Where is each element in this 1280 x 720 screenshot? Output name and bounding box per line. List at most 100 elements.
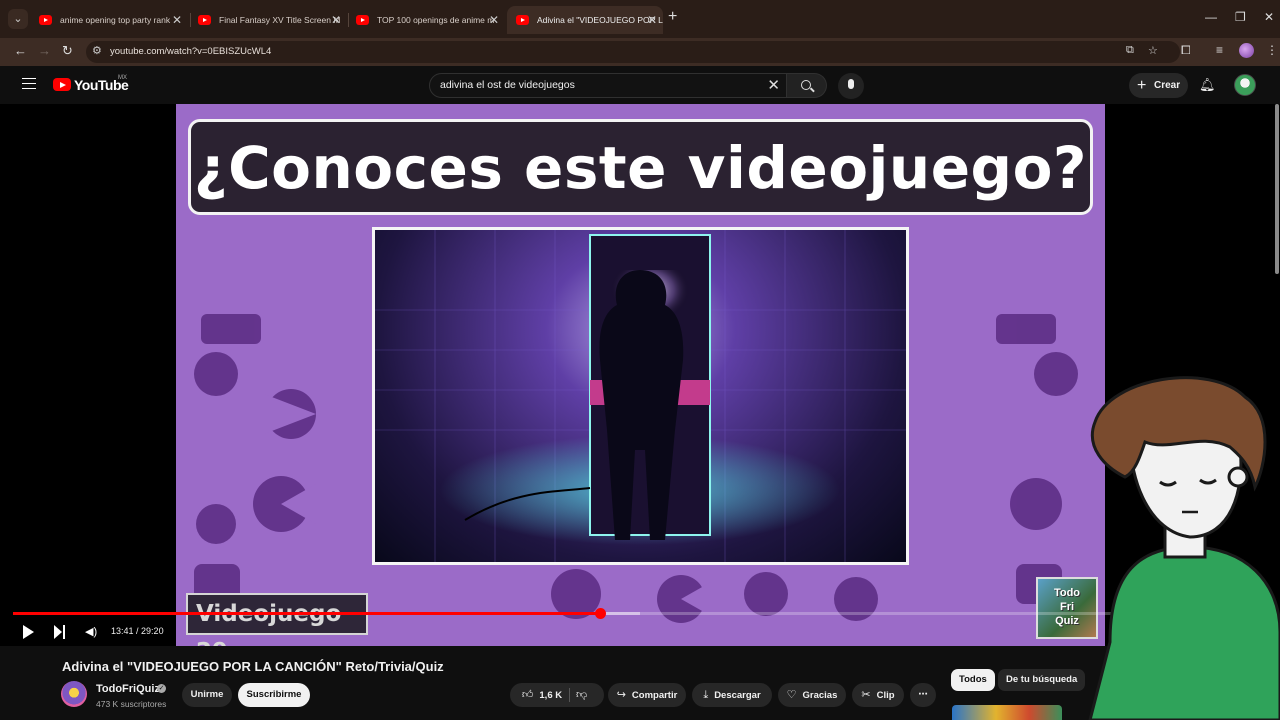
tab-title: Adivina el "VIDEOJUEGO POR L	[537, 15, 663, 25]
channel-avatar[interactable]	[61, 681, 87, 707]
chip-all[interactable]: Todos	[951, 669, 995, 691]
extensions-icon[interactable]: ⧠	[1181, 43, 1191, 58]
chip-label: De tu búsqueda	[1006, 674, 1078, 685]
arcade-scene-image	[372, 227, 909, 565]
reading-list-icon[interactable]: ≡	[1216, 43, 1223, 57]
browser-tab[interactable]: TOP 100 openings de anime m ✕	[347, 6, 505, 34]
time-display: 13:41 / 29:20	[111, 626, 164, 636]
subscribe-button[interactable]: Suscribirme	[238, 683, 310, 707]
address-bar[interactable]: ⚙ youtube.com/watch?v=0EBISZUcWL4 ⧉ ☆	[86, 41, 1180, 63]
join-button[interactable]: Unirme	[182, 683, 232, 707]
more-horizontal-icon: ⋯	[918, 689, 928, 700]
youtube-masthead: YouTube MX adivina el ost de videojuegos…	[0, 66, 1280, 104]
address-toolbar: ← → ↻ ⚙ youtube.com/watch?v=0EBISZUcWL4 …	[0, 38, 1280, 66]
close-window-icon[interactable]: ✕	[1264, 10, 1274, 24]
thanks-button[interactable]: ♡ Gracias	[778, 683, 846, 707]
create-button[interactable]: + Crear	[1129, 73, 1188, 98]
browser-tab-bar: ⌄ anime opening top party rank ✕ Final F…	[0, 0, 1280, 38]
search-input[interactable]: adivina el ost de videojuegos ✕	[429, 73, 787, 98]
browser-menu-icon[interactable]: ⋮	[1266, 43, 1278, 57]
scrubber-handle[interactable]	[594, 608, 606, 619]
minimize-icon[interactable]: —	[1205, 10, 1217, 24]
thanks-label: Gracias	[802, 690, 838, 701]
back-arrow-icon[interactable]: ←	[14, 43, 27, 58]
youtube-favicon-icon	[198, 15, 211, 25]
share-button[interactable]: ↪ Compartir	[608, 683, 686, 707]
played-bar	[13, 612, 600, 615]
browser-profile-avatar[interactable]	[1239, 43, 1254, 58]
subscriber-count: 473 K suscriptores	[96, 699, 167, 709]
volume-icon[interactable]: ◀)	[85, 625, 97, 638]
tab-title: Final Fantasy XV Title Screen M	[219, 15, 341, 25]
like-dislike-group: 👍︎ 1,6 K 👎︎	[510, 683, 604, 707]
more-actions-button[interactable]: ⋯	[910, 683, 936, 707]
bookmark-star-icon[interactable]: ☆	[1148, 44, 1158, 57]
dislike-button[interactable]: 👎︎	[576, 683, 593, 708]
create-button-label: Crear	[1154, 80, 1181, 91]
download-button[interactable]: ⤓ Descargar	[692, 683, 772, 707]
youtube-favicon-icon	[356, 15, 369, 25]
region-code: MX	[118, 75, 127, 81]
microphone-icon	[848, 79, 854, 89]
url-text[interactable]: youtube.com/watch?v=0EBISZUcWL4	[110, 46, 271, 57]
clip-label: Clip	[876, 690, 895, 701]
voice-search-button[interactable]	[838, 73, 864, 99]
subscribe-button-label: Suscribirme	[246, 689, 302, 700]
plus-icon: +	[1137, 77, 1147, 94]
channel-name[interactable]: TodoFriQuiz	[96, 683, 160, 695]
account-avatar[interactable]	[1234, 74, 1256, 96]
play-icon[interactable]	[23, 625, 34, 639]
streamer-avatar-character	[1088, 376, 1280, 720]
next-video-icon[interactable]	[54, 625, 66, 639]
restore-icon[interactable]: ❐	[1235, 10, 1246, 24]
page-scrollbar[interactable]	[1275, 104, 1279, 274]
like-count: 1,6 K	[539, 690, 563, 701]
tab-search-button[interactable]: ⌄	[8, 9, 28, 29]
time-current: 13:41	[111, 626, 134, 636]
close-icon[interactable]: ✕	[331, 6, 341, 34]
clip-button[interactable]: ✂ Clip	[852, 683, 904, 707]
scissors-icon: ✂	[861, 689, 871, 701]
tab-title: anime opening top party rank	[60, 15, 171, 25]
menu-hamburger-icon[interactable]	[22, 78, 36, 89]
chip-label: Todos	[959, 674, 987, 685]
search-button[interactable]	[787, 73, 827, 98]
banner-text: ¿Conoces este videojuego?	[193, 134, 1088, 202]
forward-arrow-icon[interactable]: →	[38, 43, 51, 58]
heart-dollar-icon: ♡	[786, 689, 797, 701]
join-button-label: Unirme	[190, 689, 224, 700]
download-label: Descargar	[714, 690, 761, 701]
share-icon: ↪	[616, 689, 626, 701]
search-query-text[interactable]: adivina el ost de videojuegos	[440, 79, 575, 91]
like-divider	[569, 688, 570, 702]
thumbs-down-icon: 👎︎	[576, 689, 588, 701]
close-icon[interactable]: ✕	[489, 6, 499, 34]
video-title: Adivina el "VIDEOJUEGO POR LA CANCIÓN" R…	[62, 659, 444, 674]
browser-tab[interactable]: Final Fantasy XV Title Screen M ✕	[189, 6, 347, 34]
cast-icon[interactable]: ⧉	[1126, 44, 1134, 57]
search-icon	[801, 80, 811, 90]
youtube-logo-icon[interactable]	[53, 78, 71, 91]
like-button[interactable]: 👍︎ 1,6 K	[518, 683, 566, 708]
clear-search-icon[interactable]: ✕	[767, 76, 780, 94]
site-settings-icon[interactable]: ⚙	[92, 44, 102, 57]
share-label: Compartir	[631, 690, 678, 701]
youtube-favicon-icon	[516, 15, 529, 25]
reload-icon[interactable]: ↻	[62, 43, 73, 59]
recommended-video-thumbnail[interactable]	[952, 705, 1062, 720]
download-icon: ⤓	[703, 689, 709, 701]
close-icon[interactable]: ✕	[172, 6, 182, 34]
tab-title: TOP 100 openings de anime m	[377, 15, 495, 25]
question-banner: ¿Conoces este videojuego?	[188, 119, 1093, 215]
browser-tab[interactable]: anime opening top party rank ✕	[30, 6, 188, 34]
notifications-bell-icon[interactable]: 🔔︎	[1199, 77, 1216, 93]
verified-check-icon: ✓	[157, 684, 166, 693]
close-icon[interactable]: ✕	[647, 6, 657, 34]
youtube-favicon-icon	[39, 15, 52, 25]
browser-tab-active[interactable]: Adivina el "VIDEOJUEGO POR L ✕	[507, 6, 663, 34]
video-frame[interactable]: ¿Conoces este videojuego? Videojuego	[176, 104, 1105, 646]
new-tab-icon[interactable]: +	[668, 8, 677, 26]
thumbs-up-icon: 👍︎	[521, 689, 534, 701]
arcade-silhouette-illustration	[375, 230, 906, 562]
time-total: 29:20	[141, 626, 164, 636]
